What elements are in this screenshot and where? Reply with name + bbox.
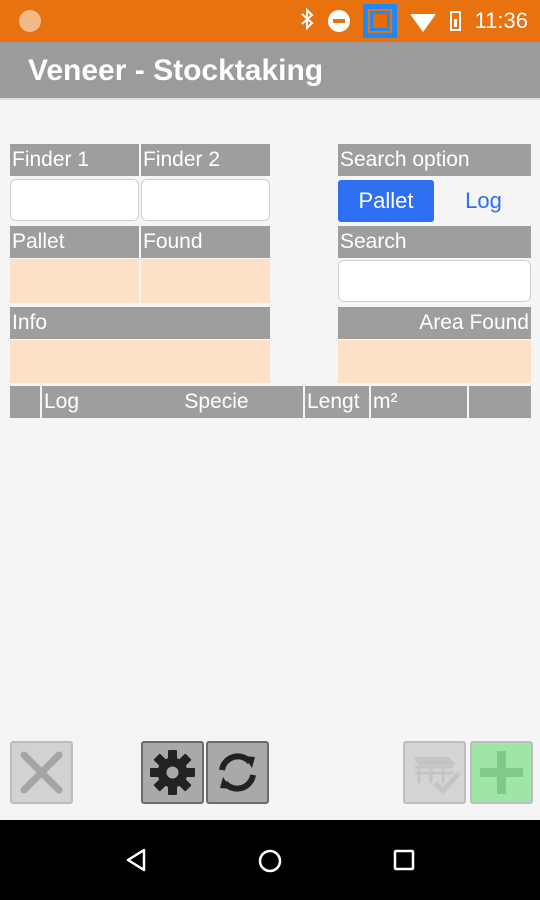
table-header-length: Lengt (305, 386, 369, 418)
bluetooth-icon (300, 7, 314, 35)
table-header-select (10, 386, 40, 418)
pallet-label: Pallet (10, 226, 139, 258)
do-not-disturb-icon (327, 10, 350, 32)
recents-icon[interactable] (393, 849, 415, 871)
pallet-value (10, 259, 139, 303)
app-square-icon (362, 4, 397, 38)
finder2-label: Finder 2 (141, 144, 270, 176)
app-bar: Veneer - Stocktaking (0, 42, 540, 100)
status-icons: 11:36 (300, 0, 528, 42)
add-icon (480, 751, 523, 794)
table-header-specie: Specie (130, 386, 303, 418)
close-button[interactable] (10, 741, 73, 804)
found-value (141, 259, 270, 303)
close-icon (20, 751, 63, 794)
status-bar: 11:36 (0, 0, 540, 42)
status-time: 11:36 (474, 8, 528, 33)
finder2-input[interactable] (141, 179, 270, 221)
home-icon[interactable] (257, 848, 283, 874)
search-option-label: Search option (338, 144, 531, 176)
found-label: Found (141, 226, 270, 258)
settings-gear-icon (150, 750, 195, 795)
app-title: Veneer - Stocktaking (28, 54, 324, 87)
battery-icon (449, 11, 461, 31)
pallet-check-icon (413, 757, 461, 795)
search-label: Search (338, 226, 531, 258)
table-header-extra (469, 386, 531, 418)
area-found-label: Area Found (338, 307, 531, 339)
add-button[interactable] (470, 741, 533, 804)
table-header-log: Log (42, 386, 130, 418)
back-icon[interactable] (124, 848, 148, 872)
sync-button[interactable] (206, 741, 269, 804)
area-found-value (338, 340, 531, 383)
wifi-icon (409, 13, 436, 32)
navigation-bar (0, 820, 540, 900)
settings-button[interactable] (141, 741, 204, 804)
table-header-area: m² (371, 386, 467, 418)
finder1-label: Finder 1 (10, 144, 139, 176)
sync-icon (219, 753, 256, 792)
search-option-pallet-button[interactable]: Pallet (338, 180, 434, 222)
search-input[interactable] (338, 260, 531, 302)
info-label: Info (10, 307, 270, 339)
info-value (10, 340, 270, 383)
notification-dot-icon (19, 10, 41, 32)
search-option-log-button[interactable]: Log (436, 180, 531, 222)
pallet-check-button[interactable] (403, 741, 466, 804)
finder1-input[interactable] (10, 179, 139, 221)
